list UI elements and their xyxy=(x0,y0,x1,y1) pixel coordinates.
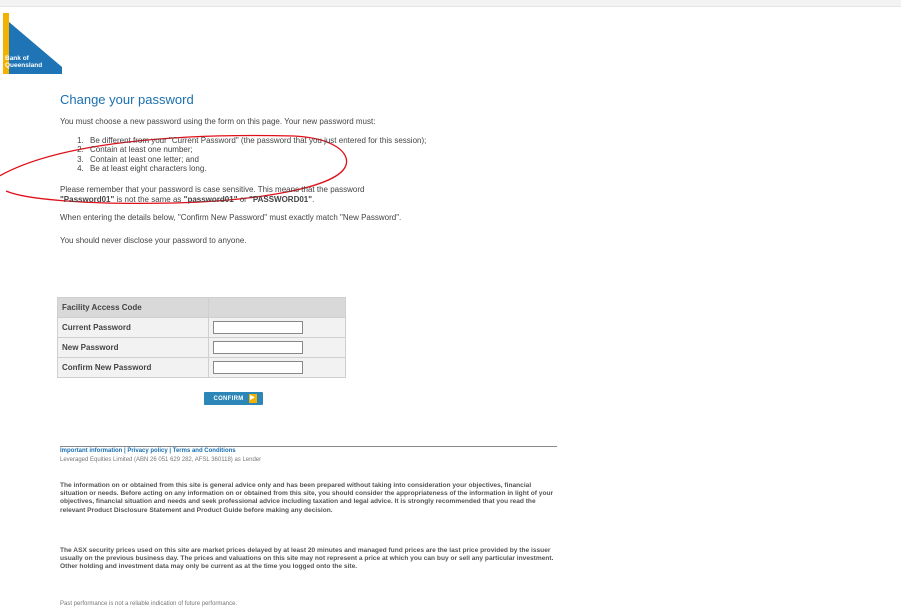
footer-divider xyxy=(60,446,557,447)
top-bar xyxy=(0,0,901,7)
confirm-button-label: CONFIRM xyxy=(213,395,244,402)
page-title: Change your password xyxy=(60,92,194,107)
rule-item: Contain at least one letter; and xyxy=(86,155,540,164)
password-rules-list: Be different from your "Current Password… xyxy=(60,136,540,174)
case-note-or: or xyxy=(237,194,250,204)
rule-item: Contain at least one number; xyxy=(86,145,540,154)
terms-conditions-link[interactable]: Terms and Conditions xyxy=(173,448,236,454)
case-example-1: "Password01" xyxy=(60,194,115,204)
arrow-right-icon: ▶ xyxy=(248,394,257,403)
privacy-policy-link[interactable]: Privacy policy xyxy=(127,448,167,454)
logo-text-line2: Queensland xyxy=(5,62,43,69)
case-note-middle: is not the same as xyxy=(114,194,184,204)
disclaimer-prices: The ASX security prices used on this sit… xyxy=(60,547,554,571)
facility-access-code-label: Facility Access Code xyxy=(57,297,209,318)
current-password-input[interactable] xyxy=(213,321,303,334)
main-content: Change your password You must choose a n… xyxy=(60,92,540,246)
intro-text: You must choose a new password using the… xyxy=(60,117,376,126)
bank-logo: Bank of Queensland xyxy=(3,13,62,74)
current-password-label: Current Password xyxy=(57,317,209,338)
rule-item: Be different from your "Current Password… xyxy=(86,136,540,145)
case-example-3: "PASSWORD01" xyxy=(249,194,313,204)
confirm-new-password-label: Confirm New Password xyxy=(57,357,209,378)
password-form-table: Facility Access Code Current Password Ne… xyxy=(57,297,346,378)
form-row-current: Current Password xyxy=(57,317,346,338)
important-information-link[interactable]: Important information xyxy=(60,448,122,454)
new-password-label: New Password xyxy=(57,337,209,358)
confirm-button[interactable]: CONFIRM ▶ xyxy=(204,392,263,405)
logo-text-line1: Bank of xyxy=(5,55,29,62)
case-note-end: . xyxy=(312,194,315,204)
new-password-cell xyxy=(208,337,346,358)
footer-links: Important information | Privacy policy |… xyxy=(60,448,236,454)
case-example-2: "password01" xyxy=(183,194,238,204)
form-row-new: New Password xyxy=(57,337,346,358)
confirm-match-note: When entering the details below, "Confir… xyxy=(60,212,402,222)
new-password-input[interactable] xyxy=(213,341,303,354)
form-row-confirm: Confirm New Password xyxy=(57,357,346,378)
confirm-new-password-cell xyxy=(208,357,346,378)
confirm-new-password-input[interactable] xyxy=(213,361,303,374)
case-note-prefix: Please remember that your password is ca… xyxy=(60,184,365,194)
form-row-facility: Facility Access Code xyxy=(57,297,346,318)
current-password-cell xyxy=(208,317,346,338)
facility-access-code-value xyxy=(208,297,346,318)
logo-text: Bank of Queensland xyxy=(5,55,42,69)
rule-item: Be at least eight characters long. xyxy=(86,164,540,173)
disclose-note: You should never disclose your password … xyxy=(60,235,247,245)
lender-text: Leveraged Equities Limited (ABN 26 051 6… xyxy=(60,457,262,463)
past-performance-note: Past performance is not a reliable indic… xyxy=(60,601,238,607)
case-sensitivity-note: Please remember that your password is ca… xyxy=(60,185,540,205)
disclaimer-general-advice: The information on or obtained from this… xyxy=(60,482,554,514)
